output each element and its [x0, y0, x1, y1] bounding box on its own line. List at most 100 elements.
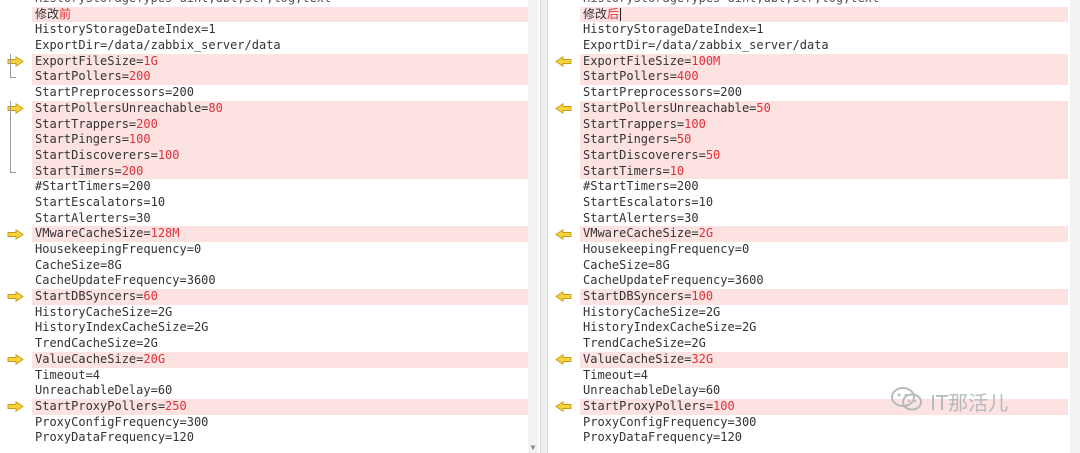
right-code-line[interactable]: StartPollers=400	[580, 69, 1068, 86]
line-text: HistoryStorageTypes=uint,dbl,str,log,tex…	[35, 0, 331, 5]
line-text: StartTrappers=	[583, 116, 685, 131]
left-code-line[interactable]: UnreachableDelay=60	[32, 383, 528, 399]
left-pane[interactable]: HistoryStorageTypes=uint,dbl,str,log,tex…	[0, 0, 540, 453]
right-code-line[interactable]: HistoryIndexCacheSize=2G	[580, 320, 1068, 336]
left-code-line[interactable]: ExportFileSize=1G	[7, 53, 528, 70]
line-text: StartEscalators=10	[583, 194, 714, 209]
right-code-line[interactable]: TrendCacheSize=2G	[580, 336, 1068, 352]
left-code-line[interactable]: StartProxyPollers=250	[7, 398, 528, 415]
diff-value-text: 60	[143, 289, 158, 304]
right-code-line[interactable]: 修改后	[580, 6, 1068, 23]
left-code-view[interactable]: HistoryStorageTypes=uint,dbl,str,log,tex…	[7, 0, 528, 446]
left-code-line[interactable]: HistoryStorageDateIndex=1	[32, 22, 528, 38]
left-code-line[interactable]: ValueCacheSize=20G	[7, 351, 528, 368]
left-code-line[interactable]: StartDiscoverers=100	[10, 147, 528, 164]
right-code-line[interactable]: ValueCacheSize=32G	[554, 351, 1068, 368]
left-code-line[interactable]: CacheUpdateFrequency=3600	[32, 273, 528, 289]
right-code-line[interactable]: HistoryStorageDateIndex=1	[580, 22, 1068, 38]
right-code-line[interactable]: ExportDir=/data/zabbix_server/data	[580, 38, 1068, 54]
line-text: Timeout=4	[583, 367, 649, 382]
left-code-line[interactable]: StartEscalators=10	[32, 195, 528, 211]
left-code-line[interactable]: StartAlerters=30	[32, 211, 528, 227]
left-code-line[interactable]: StartPollers=200	[10, 69, 528, 86]
left-code-line[interactable]: ExportDir=/data/zabbix_server/data	[32, 38, 528, 54]
left-code-line[interactable]: StartTrappers=200	[10, 116, 528, 133]
left-code-line[interactable]: TrendCacheSize=2G	[32, 336, 528, 352]
line-text: UnreachableDelay=60	[35, 383, 173, 398]
diff-value-text: 1G	[143, 53, 158, 68]
arrow-left-icon[interactable]	[548, 101, 578, 117]
change-block-bracket	[10, 116, 16, 133]
arrow-right-icon[interactable]	[0, 226, 30, 242]
right-code-line[interactable]: StartPollersUnreachable=50	[554, 100, 1068, 117]
right-code-line[interactable]: CacheSize=8G	[580, 258, 1068, 274]
left-code-line[interactable]: StartPingers=100	[10, 132, 528, 148]
right-code-view[interactable]: HistoryStorageTypes=uint,dbl,str,log,tex…	[554, 0, 1068, 446]
right-code-line[interactable]: Timeout=4	[580, 368, 1068, 384]
line-text: HistoryIndexCacheSize=2G	[583, 320, 757, 335]
left-code-line[interactable]: StartPollersUnreachable=80	[7, 100, 528, 117]
left-code-line[interactable]: HistoryStorageTypes=uint,dbl,str,log,tex…	[32, 0, 528, 7]
arrow-left-icon[interactable]	[548, 289, 578, 305]
diff-value-text: 50	[756, 100, 771, 115]
right-code-line[interactable]: ExportFileSize=100M	[554, 53, 1068, 70]
arrow-left-icon[interactable]	[548, 226, 578, 242]
arrow-right-icon[interactable]	[0, 352, 30, 368]
arrow-right-icon[interactable]	[0, 289, 30, 305]
line-text: CacheUpdateFrequency=3600	[583, 273, 764, 288]
right-code-line[interactable]: StartPreprocessors=200	[580, 85, 1068, 101]
diff-value-text: 10	[669, 163, 685, 178]
change-block-bracket	[10, 53, 16, 70]
right-code-line[interactable]: StartEscalators=10	[580, 195, 1068, 211]
right-code-line[interactable]: HistoryCacheSize=2G	[580, 305, 1068, 321]
right-code-line[interactable]: StartTimers=10	[580, 163, 1068, 180]
line-text: StartPreprocessors=200	[583, 85, 742, 100]
line-text: HistoryStorageDateIndex=1	[583, 22, 764, 37]
left-code-line[interactable]: #StartTimers=200	[32, 179, 528, 195]
left-code-line[interactable]: ProxyConfigFrequency=300	[32, 415, 528, 431]
line-text: ProxyConfigFrequency=300	[583, 414, 757, 429]
arrow-left-icon[interactable]	[548, 352, 578, 368]
diff-value-text: 100	[684, 116, 706, 131]
line-text: StartDBSyncers=	[583, 289, 692, 304]
right-code-line[interactable]: VMwareCacheSize=2G	[554, 226, 1068, 242]
right-code-line[interactable]: HousekeepingFrequency=0	[580, 242, 1068, 258]
left-code-line[interactable]: StartPreprocessors=200	[32, 85, 528, 101]
line-text: StartAlerters=30	[583, 210, 699, 225]
line-text: CacheSize=8G	[583, 257, 670, 272]
left-code-line[interactable]: HousekeepingFrequency=0	[32, 242, 528, 258]
scroll-down-arrow-icon[interactable]: ▼	[528, 443, 538, 453]
right-code-line[interactable]: StartDiscoverers=50	[580, 147, 1068, 164]
diff-value-text: 80	[208, 100, 223, 115]
diff-value-text: 200	[121, 163, 144, 178]
arrow-right-icon[interactable]	[0, 399, 30, 415]
left-code-line[interactable]: Timeout=4	[32, 368, 528, 384]
right-scrollbar[interactable]	[1070, 0, 1080, 453]
right-code-line[interactable]: HistoryStorageTypes=uint,dbl,str,log,tex…	[580, 0, 1068, 7]
line-text: StartTimers=	[35, 163, 122, 178]
left-code-line[interactable]: VMwareCacheSize=128M	[7, 226, 528, 242]
pane-divider[interactable]	[540, 0, 548, 453]
right-code-line[interactable]: StartPingers=50	[580, 132, 1068, 148]
left-scrollbar[interactable]: ▼	[528, 0, 538, 453]
left-code-line[interactable]: HistoryIndexCacheSize=2G	[32, 320, 528, 336]
left-code-line[interactable]: StartDBSyncers=60	[7, 289, 528, 305]
right-code-line[interactable]: StartTrappers=100	[580, 116, 1068, 133]
line-text: StartDBSyncers=	[35, 289, 144, 304]
line-text: StartProxyPollers=	[35, 398, 166, 413]
right-code-line[interactable]: ProxyDataFrequency=120	[580, 430, 1068, 446]
line-text: TrendCacheSize=2G	[583, 336, 706, 351]
left-code-line[interactable]: ProxyDataFrequency=120	[32, 430, 528, 446]
left-code-line[interactable]: HistoryCacheSize=2G	[32, 305, 528, 321]
diff-value-text: 50	[676, 132, 692, 147]
left-code-line[interactable]: CacheSize=8G	[32, 258, 528, 274]
left-code-line[interactable]: StartTimers=200	[10, 163, 528, 180]
arrow-left-icon[interactable]	[548, 54, 578, 70]
right-code-line[interactable]: StartDBSyncers=100	[554, 289, 1068, 305]
right-code-line[interactable]: CacheUpdateFrequency=3600	[580, 273, 1068, 289]
right-code-line[interactable]: StartAlerters=30	[580, 211, 1068, 227]
watermark: IT那活儿	[890, 386, 1008, 417]
arrow-left-icon[interactable]	[548, 399, 578, 415]
right-code-line[interactable]: #StartTimers=200	[580, 179, 1068, 195]
left-code-line[interactable]: 修改前	[32, 6, 528, 23]
